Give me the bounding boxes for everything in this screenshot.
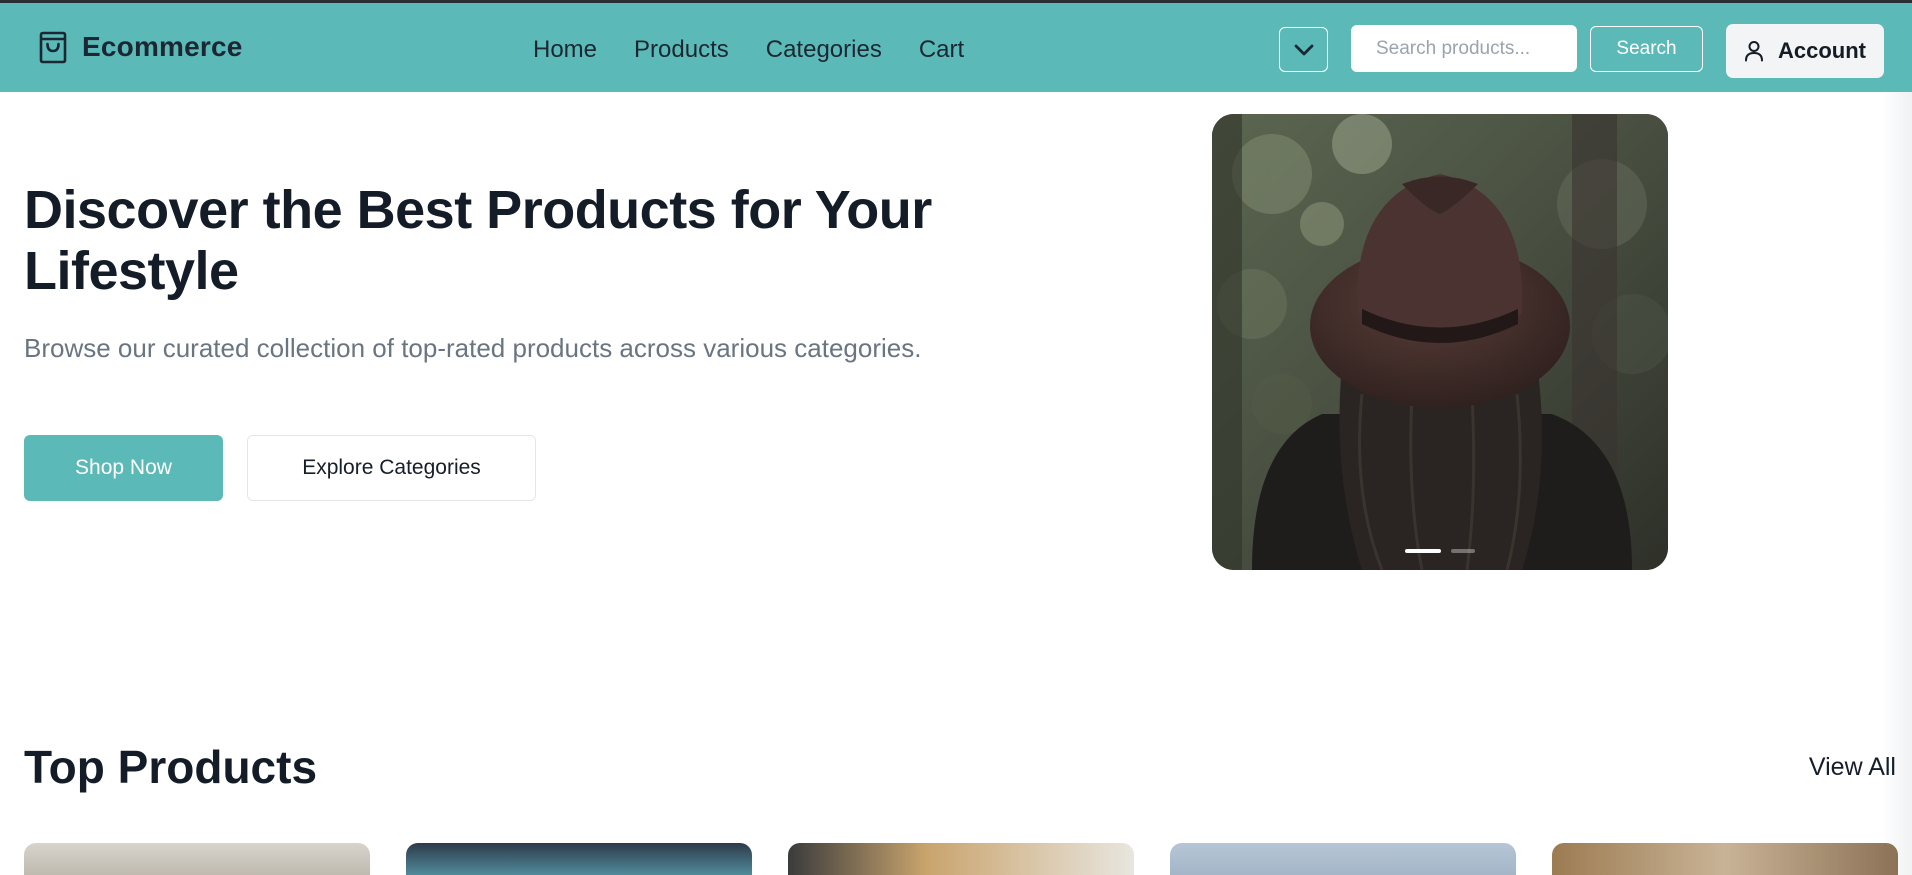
product-grid (24, 843, 1898, 875)
product-card[interactable] (24, 843, 370, 875)
category-dropdown-button[interactable] (1279, 27, 1328, 72)
brand-logo-link[interactable]: Ecommerce (36, 29, 243, 65)
product-card[interactable] (1552, 843, 1898, 875)
user-icon (1745, 41, 1763, 62)
carousel-dot[interactable] (1451, 549, 1475, 553)
product-card[interactable] (788, 843, 1134, 875)
hero-carousel[interactable] (1212, 114, 1668, 570)
carousel-indicators (1212, 549, 1668, 553)
product-card[interactable] (1170, 843, 1516, 875)
hero-title: Discover the Best Products for Your Life… (24, 180, 932, 301)
search-input[interactable] (1351, 25, 1577, 72)
brand-name: Ecommerce (82, 31, 243, 62)
nav-link-cart[interactable]: Cart (919, 36, 964, 64)
main-nav: Home Products Categories Cart (533, 36, 964, 64)
account-label: Account (1778, 38, 1866, 63)
explore-categories-button[interactable]: Explore Categories (247, 435, 536, 501)
view-all-link[interactable]: View All (1809, 753, 1896, 782)
product-card[interactable] (406, 843, 752, 875)
hero-image-woman-hat (1212, 114, 1668, 570)
search-button[interactable]: Search (1590, 26, 1703, 72)
carousel-dot-active[interactable] (1405, 549, 1441, 553)
account-button[interactable]: Account (1726, 24, 1884, 78)
hero-subtitle: Browse our curated collection of top-rat… (24, 333, 922, 363)
site-header: Ecommerce Home Products Categories Cart … (0, 3, 1912, 92)
nav-link-categories[interactable]: Categories (766, 36, 882, 64)
nav-link-home[interactable]: Home (533, 36, 597, 64)
chevron-down-icon (1294, 44, 1313, 55)
shop-now-button[interactable]: Shop Now (24, 435, 223, 501)
top-products-title: Top Products (24, 741, 318, 793)
shopping-bag-icon (39, 31, 67, 64)
nav-link-products[interactable]: Products (634, 36, 729, 64)
